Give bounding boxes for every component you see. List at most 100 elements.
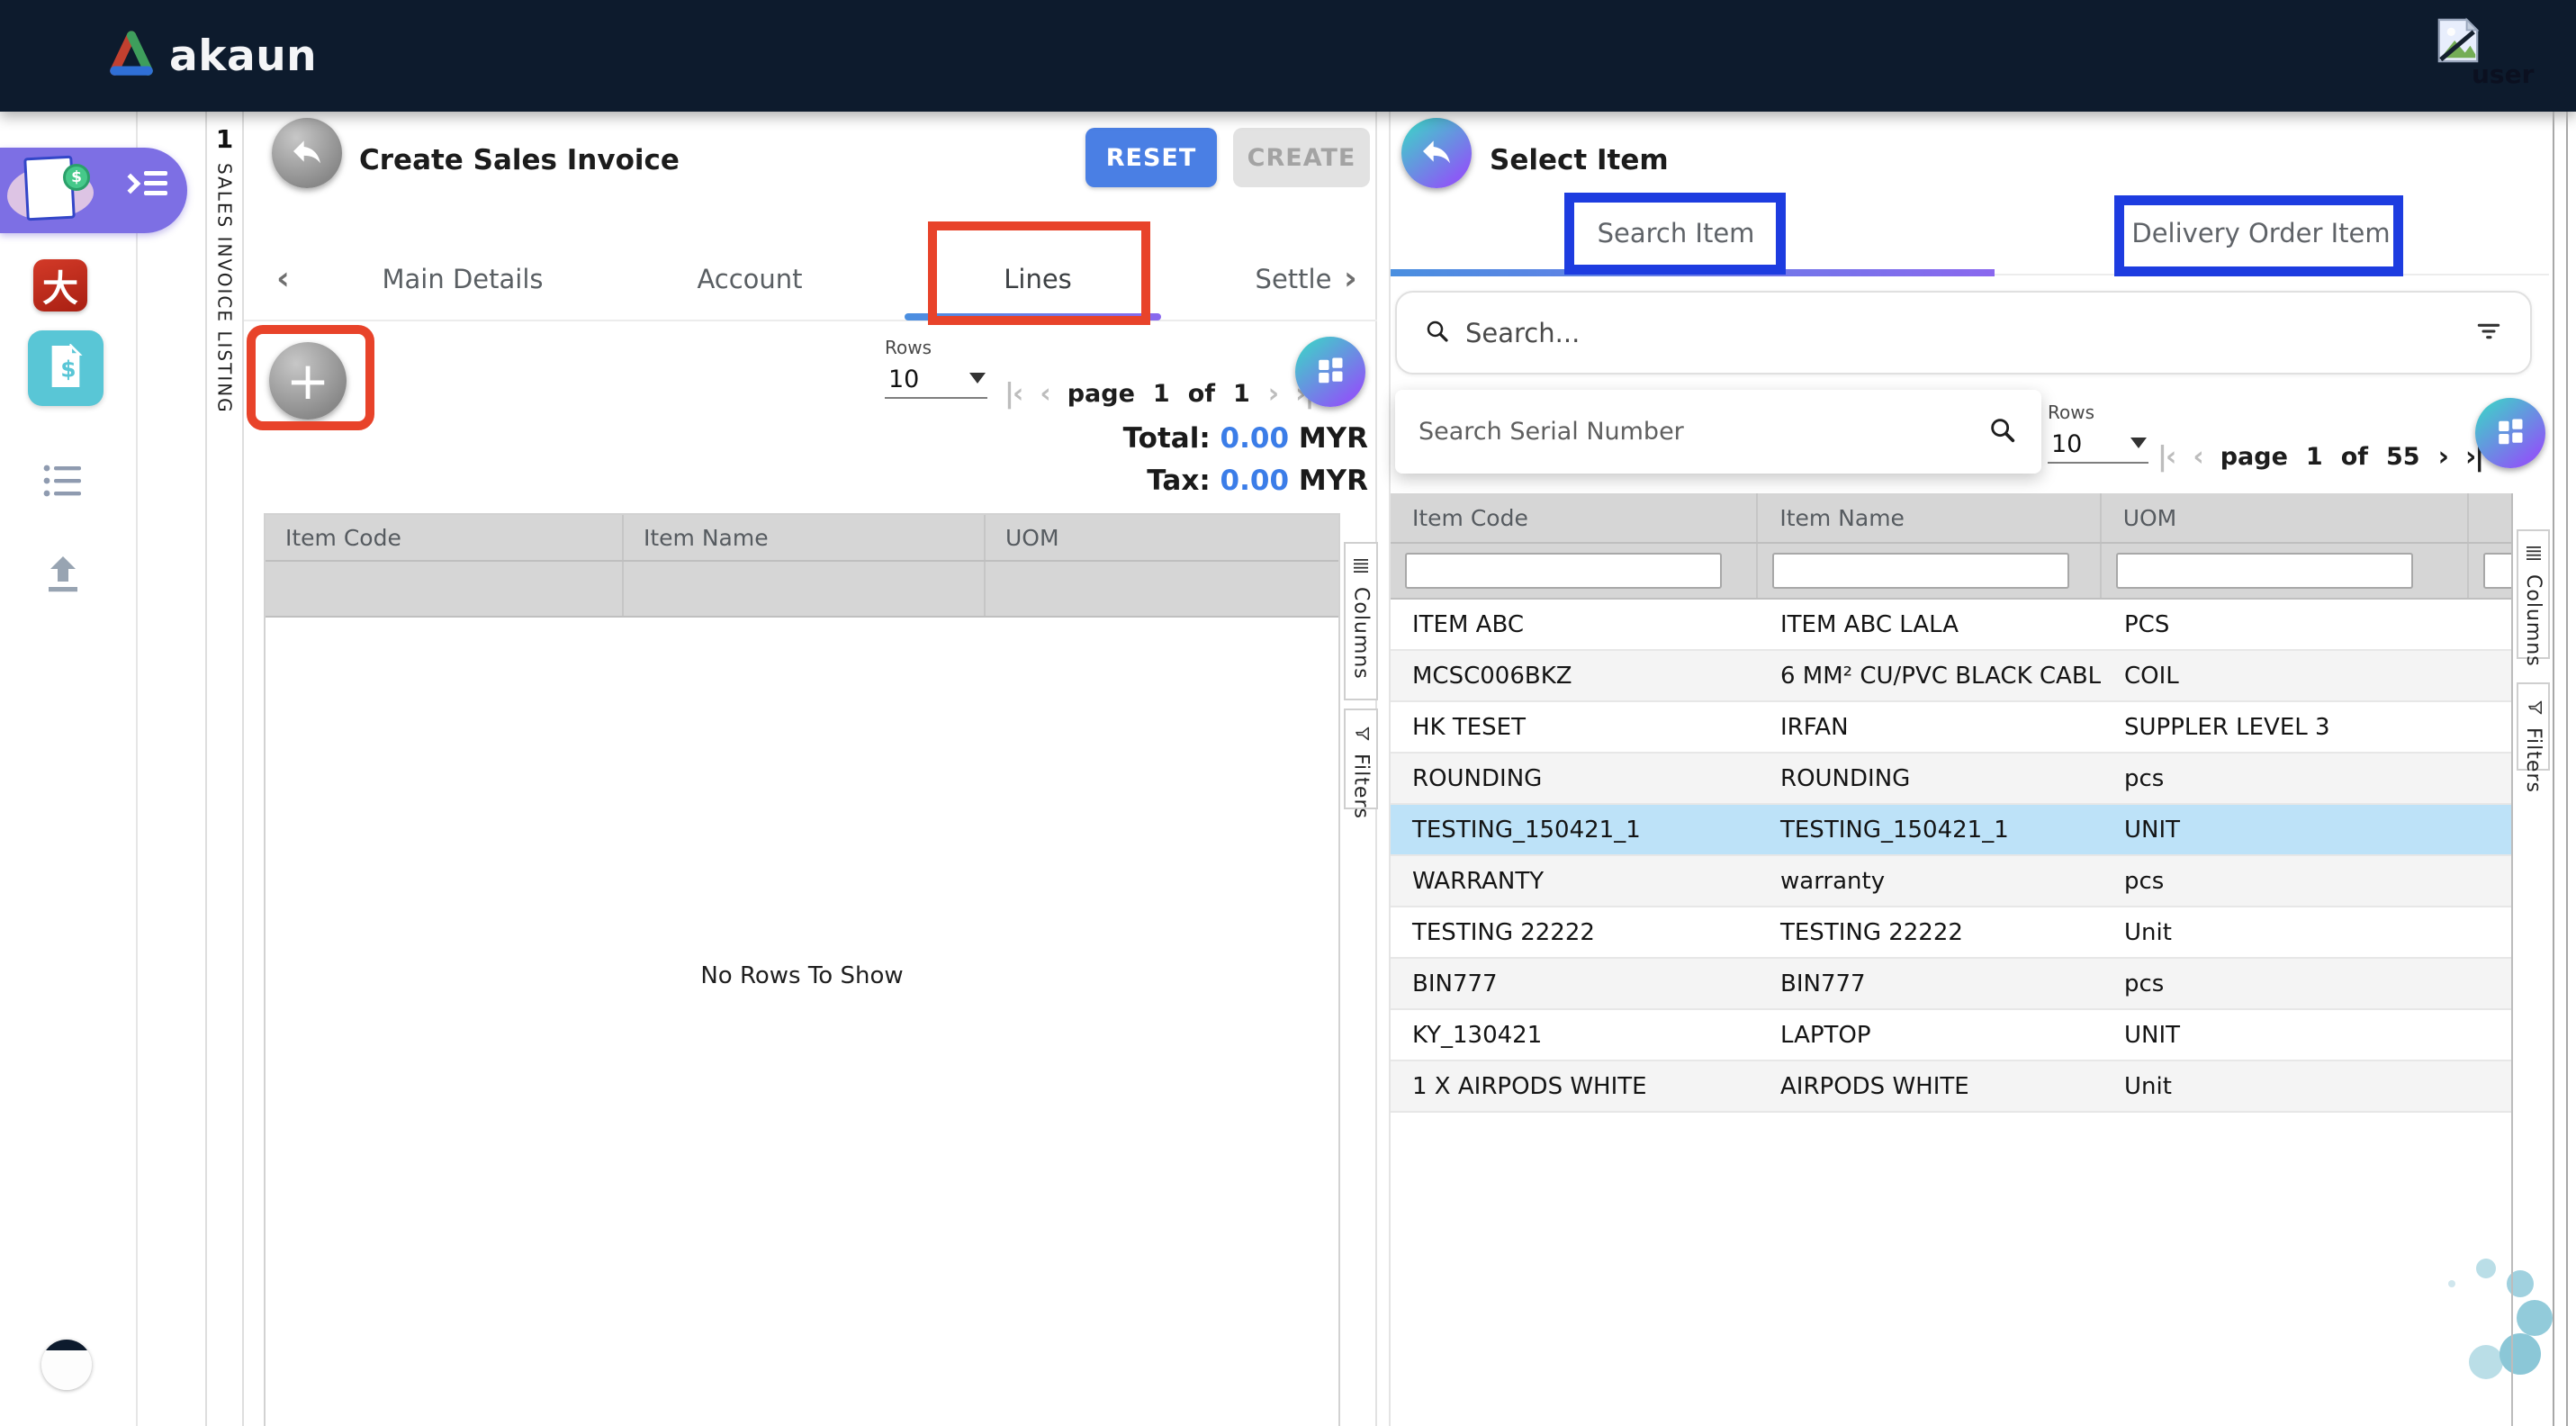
search-icon: [1424, 318, 1451, 348]
page-word: page: [1067, 380, 1135, 408]
item-search-box: [1395, 291, 2532, 375]
table-row-selected[interactable]: TESTING_150421_1TESTING_150421_1UNIT: [1391, 805, 2511, 856]
decor-bubble: [2469, 1345, 2503, 1379]
grid-view-button[interactable]: [1295, 337, 1365, 407]
table-row[interactable]: TESTING 22222TESTING 22222Unit: [1391, 907, 2511, 959]
sidebar-item-invoice-doc[interactable]: $: [28, 330, 104, 406]
select-item-back-button[interactable]: [1401, 118, 1472, 188]
sidebar-item-sales-invoice[interactable]: $: [0, 148, 187, 233]
user-avatar[interactable]: user: [2436, 16, 2544, 99]
current-page: 1: [2306, 443, 2323, 471]
next-page-icon[interactable]: ›: [2438, 441, 2447, 473]
rows-per-page-control: Rows 10: [2048, 402, 2148, 464]
dropdown-caret-icon: [2130, 438, 2147, 448]
create-button[interactable]: CREATE: [1233, 128, 1370, 187]
active-tab-indicator: [905, 313, 1161, 320]
filter-extra-input[interactable]: [2483, 553, 2511, 589]
table-row[interactable]: KY_130421LAPTOPUNIT: [1391, 1010, 2511, 1061]
of-word: of: [1188, 380, 1215, 408]
dropdown-caret-icon: [969, 373, 986, 384]
panel-edge-line: [2511, 493, 2513, 1426]
search-input[interactable]: [1465, 318, 2474, 348]
dollar-coin-icon: $: [63, 164, 90, 191]
column-header-item-name[interactable]: Item Name: [624, 515, 986, 560]
tax-currency: MYR: [1299, 465, 1368, 497]
tab-settlement[interactable]: Settle: [1256, 264, 1332, 294]
filters-side-tab[interactable]: Filters: [2517, 682, 2550, 771]
table-row[interactable]: ITEM ABCITEM ABC LALAPCS: [1391, 600, 2511, 651]
table-row[interactable]: HK TESETIRFANSUPPLER LEVEL 3: [1391, 702, 2511, 754]
filter-item-name-input[interactable]: [1772, 553, 2069, 589]
table-row[interactable]: MCSC006BKZ6 MM² CU/PVC BLACK CABL...COIL: [1391, 651, 2511, 702]
prev-page-icon[interactable]: ‹: [1040, 378, 1049, 410]
table-row[interactable]: ROUNDINGROUNDINGpcs: [1391, 754, 2511, 805]
columns-side-tab[interactable]: Columns: [2517, 529, 2550, 659]
panel-title: Select Item: [1490, 144, 1669, 176]
invoice-illustration-icon: $: [5, 155, 104, 227]
next-page-icon[interactable]: ›: [1268, 378, 1277, 410]
columns-grip-icon: [1352, 556, 1370, 578]
filter-list-icon[interactable]: [2474, 317, 2503, 349]
first-page-icon[interactable]: |‹: [2157, 441, 2175, 473]
app-sidebar: $ 大 $: [0, 112, 138, 1426]
sales-invoice-listing-tab[interactable]: 1 SALES INVOICE LISTING: [205, 112, 244, 1426]
da-glyph: 大: [42, 259, 78, 311]
tab-account[interactable]: Account: [697, 264, 802, 294]
tabs-scroll-right-icon[interactable]: ›: [1344, 260, 1357, 297]
current-page: 1: [1153, 380, 1170, 408]
reset-button[interactable]: RESET: [1085, 128, 1217, 187]
select-item-tabbar: Search Item Delivery Order Item: [1391, 193, 2549, 275]
tab-search-item[interactable]: Search Item: [1598, 218, 1755, 248]
app-root: akaun user $: [0, 0, 2576, 1426]
svg-text:$: $: [60, 356, 76, 383]
column-header-uom[interactable]: UOM: [2102, 493, 2469, 542]
filter-uom-input[interactable]: [2116, 553, 2413, 589]
column-header-uom[interactable]: UOM: [986, 515, 1338, 560]
search-icon[interactable]: [1987, 415, 2018, 449]
scrollbar-track[interactable]: [2553, 112, 2554, 1426]
table-row[interactable]: WARRANTYwarrantypcs: [1391, 856, 2511, 907]
drawer-toggle-icon[interactable]: [123, 171, 167, 195]
back-button[interactable]: [272, 118, 342, 188]
first-page-icon[interactable]: |‹: [1004, 378, 1022, 410]
total-value: 0.00: [1220, 422, 1290, 455]
sidebar-item-bigledger-app[interactable]: 大: [33, 259, 87, 311]
columns-side-tab[interactable]: Columns: [1344, 542, 1378, 700]
rows-per-page-select[interactable]: 10: [2048, 430, 2148, 464]
filters-side-tab[interactable]: Filters: [1344, 708, 1378, 809]
table-header-row: Item Code Item Name UOM: [266, 515, 1338, 560]
add-line-button[interactable]: +: [269, 342, 347, 420]
table-filter-row: [266, 560, 1338, 618]
column-header-item-code[interactable]: Item Code: [1391, 493, 1758, 542]
table-row[interactable]: BIN777BIN777pcs: [1391, 959, 2511, 1010]
sidebar-item-listing[interactable]: [40, 461, 86, 501]
empty-table-message: No Rows To Show: [266, 962, 1338, 989]
tab-main-details[interactable]: Main Details: [383, 264, 544, 294]
sidebar-item-upload[interactable]: [41, 553, 85, 594]
total-currency: MYR: [1299, 422, 1368, 455]
tabs-scroll-left-icon[interactable]: ‹: [276, 260, 290, 297]
back-arrow-icon: [1419, 133, 1455, 173]
invoice-pagination: |‹ ‹ page 1 of 1 › ›|: [1004, 378, 1312, 410]
serial-number-input[interactable]: [1419, 418, 1987, 446]
select-item-panel: Select Item Search Item Delivery Order I…: [1389, 112, 2547, 1426]
create-sales-invoice-panel: Create Sales Invoice RESET CREATE ‹ Main…: [244, 112, 1377, 1426]
table-header-row: Item Code Item Name UOM: [1391, 493, 2511, 542]
grid-view-button[interactable]: [2475, 398, 2545, 468]
tab-lines[interactable]: Lines: [1004, 264, 1072, 294]
logo-text: akaun: [169, 32, 317, 81]
filter-item-code-input[interactable]: [1405, 553, 1722, 589]
table-row[interactable]: 1 X AIRPODS WHITEAIRPODS WHITEUnit: [1391, 1061, 2511, 1113]
scrollbar-track[interactable]: [2566, 112, 2568, 1426]
total-amount: Total: 0.00 MYR: [1123, 422, 1368, 455]
column-header-item-name[interactable]: Item Name: [1758, 493, 2101, 542]
rows-per-page-control: Rows 10: [885, 337, 987, 399]
prev-page-icon[interactable]: ‹: [2193, 441, 2202, 473]
tab-delivery-order-item[interactable]: Delivery Order Item: [2131, 218, 2390, 248]
screen-preview-thumbnail[interactable]: [41, 1340, 92, 1390]
table-filter-row: [1391, 542, 2511, 600]
akaun-logo[interactable]: akaun: [106, 31, 317, 81]
rows-label: Rows: [885, 337, 987, 358]
column-header-item-code[interactable]: Item Code: [266, 515, 624, 560]
rows-per-page-select[interactable]: 10: [885, 366, 987, 399]
